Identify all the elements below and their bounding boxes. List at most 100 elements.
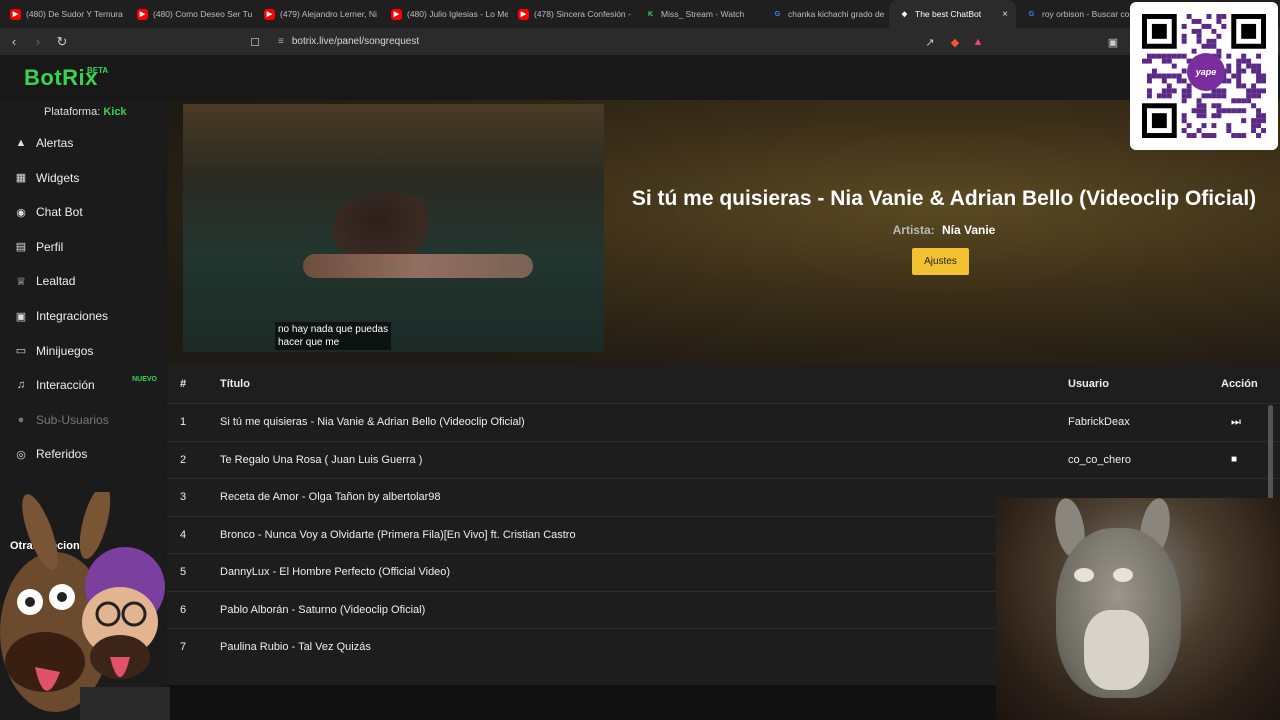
music-icon: ♫ <box>16 379 26 392</box>
row-number: 6 <box>180 603 187 616</box>
youtube-icon: ▶ <box>391 8 402 20</box>
video-frame-arm <box>303 254 533 278</box>
browser-tab-title: chanka kichachi grado de <box>788 9 885 19</box>
webcam-overlay <box>996 498 1280 720</box>
user-plus-icon: ◎ <box>16 448 26 461</box>
row-user: co_co_chero <box>1068 453 1131 466</box>
sidebar-item-label: Referidos <box>36 447 88 462</box>
close-tab-icon[interactable]: × <box>998 9 1012 20</box>
sidebar-item-interacci-n[interactable]: ♫ Interacción NUEVO <box>0 368 167 402</box>
browser-tab[interactable]: Groy orbison - Buscar con <box>1016 0 1143 28</box>
header-action: Acción <box>1221 378 1258 390</box>
sidebar-item-label: Perfil <box>36 239 64 254</box>
video-frame-figure <box>333 192 443 262</box>
browser-tab[interactable]: Gchanka kichachi grado de <box>762 0 889 28</box>
browser-tab-title: (480) De Sudor Y Ternura <box>26 9 123 19</box>
yape-brand-text: yape <box>1195 67 1217 77</box>
youtube-icon: ▶ <box>10 8 21 20</box>
browser-tab[interactable]: ▶ (480) Como Deseo Ser Tu <box>127 0 254 28</box>
sidebar-item-lealtad[interactable]: ♕ Lealtad <box>0 264 167 298</box>
browser-tab[interactable]: ▶ (478) Sincera Confesión - <box>508 0 635 28</box>
browser-tab[interactable]: K Miss_ Stream - Watch <box>635 0 762 28</box>
youtube-icon: ▶ <box>264 8 275 20</box>
row-song-title: Paulina Rubio - Tal Vez Quizás <box>220 641 371 653</box>
sidebar-item-widgets[interactable]: ▦ Widgets <box>0 161 167 195</box>
beta-badge: BETA <box>87 66 109 75</box>
row-number: 1 <box>180 416 187 428</box>
table-row: 1 Si tú me quisieras - Nia Vanie & Adrian… <box>167 403 1280 440</box>
rewards-icon[interactable]: ▲ <box>969 33 987 51</box>
sidebar-item-chat-bot[interactable]: ◉ Chat Bot <box>0 195 167 229</box>
table-header: # Título Usuario Acción <box>167 365 1280 403</box>
users-icon: ● <box>17 413 25 426</box>
sidebar-toggle-icon[interactable]: ▣ <box>1104 33 1122 51</box>
site-settings-icon[interactable]: ≡ <box>278 36 284 47</box>
trash-icon[interactable]: ■ <box>1231 442 1237 478</box>
platform-label: Plataforma: <box>44 106 101 118</box>
artist-label: Artista: <box>892 223 935 237</box>
brave-shield-icon[interactable]: ◆ <box>946 33 964 51</box>
sidebar-item-label: Interacción <box>36 378 95 393</box>
grid-icon: ▦ <box>15 172 27 185</box>
youtube-icon: ▶ <box>137 8 148 20</box>
sidebar-item-label: Integraciones <box>36 309 109 323</box>
new-badge: NUEVO <box>132 376 157 384</box>
bookmark-icon[interactable]: ☐ <box>246 33 264 51</box>
kick-icon: K <box>647 10 654 18</box>
robot-icon: ◉ <box>16 206 26 219</box>
back-icon[interactable]: ‹ <box>4 32 24 52</box>
sidebar-item-sub-usuarios[interactable]: ● Sub-Usuarios <box>0 403 167 437</box>
sidebar-item-label: Widgets <box>36 170 80 185</box>
webcam-eye-left <box>1074 568 1094 582</box>
address-bar[interactable]: ≡ botrix.live/panel/songrequest <box>268 31 998 52</box>
sidebar-item-label: Minijuegos <box>36 343 94 358</box>
warning-icon: ▲ <box>15 137 27 149</box>
browser-tab[interactable]: ▶ (480) Julio Iglesias - Lo Me <box>381 0 508 28</box>
row-song-title: Te Regalo Una Rosa ( Juan Luis Guerra ) <box>220 453 423 466</box>
sidebar-item-minijuegos[interactable]: ▭ Minijuegos <box>0 334 167 368</box>
row-number: 2 <box>180 453 187 466</box>
artist-name: Nía Vanie <box>941 223 996 237</box>
youtube-icon: ▶ <box>518 8 529 20</box>
platform-indicator: Plataforma: Kick <box>44 106 127 118</box>
now-playing-panel: no hay nada que puedas hacer que me Si t… <box>167 100 1280 365</box>
trophy-icon: ♕ <box>16 275 26 288</box>
artist-line: Artista: Nía Vanie <box>619 223 1269 237</box>
skip-icon[interactable]: ⏭ <box>1231 404 1241 440</box>
browser-tab-title: Miss_ Stream - Watch <box>661 9 745 19</box>
sidebar-item-integraciones[interactable]: ▣ Integraciones <box>0 299 167 333</box>
browser-tab-title: (480) Julio Iglesias - Lo Me <box>407 9 508 19</box>
header-user: Usuario <box>1068 378 1109 390</box>
webcam-mask-snout <box>1084 610 1149 690</box>
browser-tab-title: roy orbison - Buscar con <box>1042 9 1135 19</box>
video-player[interactable]: no hay nada que puedas hacer que me <box>183 104 604 352</box>
sidebar-item-alertas[interactable]: ▲ Alertas <box>0 126 167 160</box>
google-icon: G <box>1028 10 1035 18</box>
id-card-icon: ▤ <box>15 241 27 254</box>
streamer-avatar-icon <box>0 492 170 720</box>
row-number: 5 <box>180 566 187 578</box>
browser-tab[interactable]: ▶ (479) Alejandro Lerner, Ni <box>254 0 381 28</box>
browser-tab[interactable]: ▶ (480) De Sudor Y Ternura <box>0 0 127 28</box>
sidebar-item-referidos[interactable]: ◎ Referidos <box>0 437 167 471</box>
row-song-title: Receta de Amor - Olga Tañon by albertola… <box>220 491 441 503</box>
forward-icon[interactable]: › <box>28 32 48 52</box>
row-number: 4 <box>180 528 187 541</box>
sidebar-item-perfil[interactable]: ▤ Perfil <box>0 230 167 264</box>
browser-tab-title: (479) Alejandro Lerner, Ni <box>280 9 377 19</box>
row-song-title: Pablo Alborán - Saturno (Videoclip Ofici… <box>220 603 426 616</box>
reload-icon[interactable]: ↻ <box>52 32 72 52</box>
row-song-title: Si tú me quisieras - Nia Vanie & Adrian … <box>220 416 525 428</box>
row-user: FabrickDeax <box>1068 416 1130 428</box>
browser-tab-bar: ▶ (480) De Sudor Y Ternura ▶ (480) Como Des… <box>0 0 1280 28</box>
sidebar-item-label: Lealtad <box>36 274 76 289</box>
settings-button[interactable]: Ajustes <box>912 248 969 275</box>
browser-tab[interactable]: ◆ The best ChatBot × <box>889 0 1016 28</box>
row-song-title: DannyLux - El Hombre Perfecto (Official … <box>220 566 451 578</box>
app-header: BotRix BETA <box>0 55 1280 100</box>
sidebar-item-label: Sub-Usuarios <box>36 412 109 427</box>
webcam-eye-right <box>1113 568 1133 582</box>
share-icon[interactable]: ↗ <box>921 33 939 51</box>
platform-value: Kick <box>103 106 127 118</box>
botrix-icon: ◆ <box>901 11 908 18</box>
